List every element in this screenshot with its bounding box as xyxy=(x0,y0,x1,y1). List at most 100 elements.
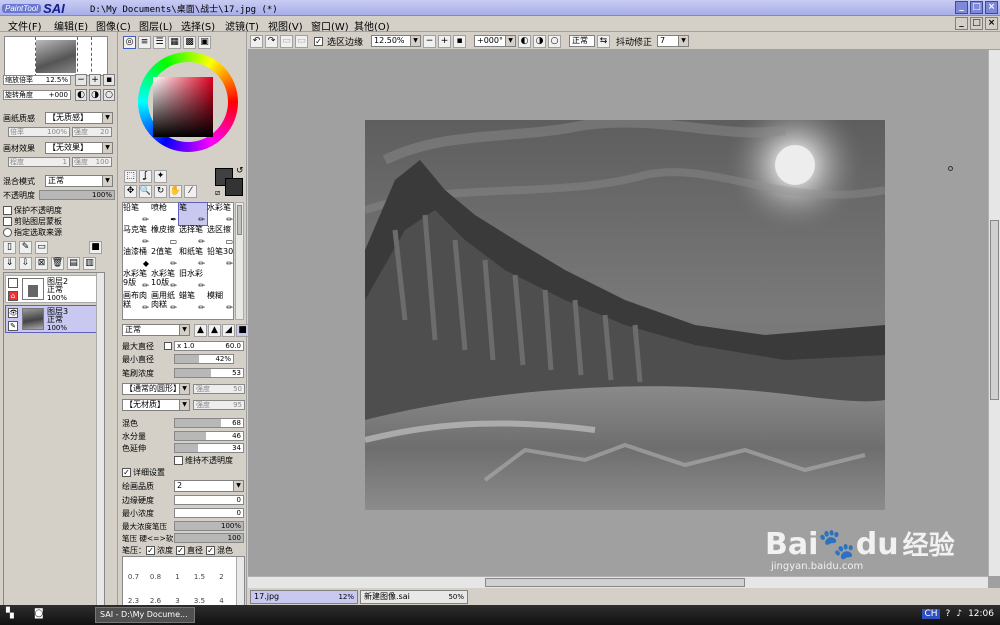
brush-shape-1-icon[interactable]: ▲ xyxy=(194,323,207,337)
volume-icon[interactable]: ♪ xyxy=(956,609,962,619)
layer-item-layer3[interactable]: 👁 ✎ 图层3 正常 100% xyxy=(5,305,103,333)
brush-shape-select[interactable]: 【通常的圆形】 ▼ xyxy=(122,383,190,395)
brush-shape-2-icon[interactable]: ▲ xyxy=(208,323,221,337)
min-density-slider[interactable]: 0 xyxy=(174,508,244,518)
brush-drawing-paper[interactable]: 画用纸肉糕 ✏ xyxy=(151,291,179,313)
menu-other[interactable]: 其他(O) xyxy=(354,18,390,33)
redo-icon[interactable]: ↷ xyxy=(265,34,278,48)
apply-mask-icon[interactable]: ▤ xyxy=(67,256,80,270)
rotate-icon[interactable]: ↻ xyxy=(154,184,167,198)
pressure-density-checkbox[interactable]: ✓ xyxy=(146,545,155,555)
swatches-icon[interactable]: ▦ xyxy=(168,35,181,49)
layer-visibility-checkbox[interactable]: 👁 xyxy=(8,308,18,318)
close-button[interactable]: × xyxy=(985,1,998,14)
painting-canvas[interactable] xyxy=(365,120,885,510)
brush-select-eraser[interactable]: 选区擦 ▭ xyxy=(207,225,235,247)
merge-visible-icon[interactable]: ▥ xyxy=(83,256,96,270)
layer-lock-icon[interactable]: ⌂ xyxy=(8,291,18,301)
paper-scale-slider[interactable]: 倍率 100% xyxy=(8,127,70,137)
quicklaunch-icon[interactable]: ◙ xyxy=(34,608,44,619)
doc-tab-new-image[interactable]: 新建图像.sai 50% xyxy=(360,590,468,604)
transfer-down-icon[interactable]: ⇓ xyxy=(3,256,16,270)
pressure-blend-checkbox[interactable]: ✓ xyxy=(206,545,215,555)
scrollbar-thumb[interactable] xyxy=(237,205,242,235)
layer-mask-icon[interactable]: ■ xyxy=(89,240,102,254)
brush-texture-select[interactable]: 【无材质】 ▼ xyxy=(122,399,190,411)
help-icon[interactable]: ? xyxy=(946,609,951,619)
secondary-color-swatch[interactable] xyxy=(225,178,243,196)
menu-window[interactable]: 窗口(W) xyxy=(311,18,349,33)
size-preset[interactable]: 2 xyxy=(213,573,230,581)
menu-view[interactable]: 视图(V) xyxy=(268,18,303,33)
vertical-scroll-thumb[interactable] xyxy=(990,220,999,400)
brush-density-slider[interactable]: 53 xyxy=(174,368,244,378)
zoom-in-button[interactable]: + xyxy=(89,74,101,86)
protect-opacity-checkbox[interactable] xyxy=(3,205,12,215)
max-diameter-slider[interactable]: x 1.0 60.0 xyxy=(174,341,244,351)
brush-crayon[interactable]: 蜡笔 ✏ xyxy=(179,291,207,313)
doc-tab-17jpg[interactable]: 17.jpg 12% xyxy=(250,590,358,604)
material-effect-select[interactable]: 【无效果】 ▼ xyxy=(45,142,113,154)
start-icon[interactable]: ▚ xyxy=(6,608,14,619)
max-density-pressure-slider[interactable]: 100% xyxy=(174,521,244,531)
selection-source-radio[interactable] xyxy=(3,227,12,237)
brush-canvas-texture[interactable]: 画布肉糕 ✏ xyxy=(123,291,151,313)
brush-eraser[interactable]: 橡皮擦 ▭ xyxy=(151,225,179,247)
stabilizer-select[interactable]: 7 ▼ xyxy=(657,35,690,47)
canvas-zoom-in-icon[interactable]: + xyxy=(438,34,452,48)
hsv-slider-icon[interactable]: ☰ xyxy=(153,35,166,49)
pressure-hardness-slider[interactable]: 100 xyxy=(174,533,244,543)
shape-strength-slider[interactable]: 强度 50 xyxy=(193,384,245,394)
selection-source-row[interactable]: 指定选取来源 xyxy=(3,226,62,238)
saturation-value-square[interactable] xyxy=(153,77,213,137)
menu-edit[interactable]: 编辑(E) xyxy=(54,18,88,33)
brush-washi-pen[interactable]: 和纸笔 ✏ xyxy=(179,247,207,269)
horizontal-scroll-thumb[interactable] xyxy=(485,578,745,587)
brush-binary-pen[interactable]: 2值笔 ✏ xyxy=(151,247,179,269)
brush-grid-scrollbar[interactable] xyxy=(235,202,244,320)
size-preset[interactable]: 1.5 xyxy=(191,573,208,581)
ime-indicator[interactable]: CH xyxy=(922,609,940,619)
selection-edge-checkbox[interactable]: ✓ xyxy=(314,36,323,46)
move-icon[interactable]: ✥ xyxy=(124,184,137,198)
menu-layer[interactable]: 图层(L) xyxy=(139,18,172,33)
canvas-rotate-right-icon[interactable]: ◑ xyxy=(533,34,547,48)
swap-colors-icon[interactable]: ↺ xyxy=(236,166,244,176)
canvas-mode-select[interactable]: 正常 xyxy=(569,35,596,47)
material-degree-slider[interactable]: 程度 1 xyxy=(8,157,70,167)
size-preset[interactable]: 2.3 xyxy=(125,597,142,605)
size-preset[interactable]: 3.5 xyxy=(191,597,208,605)
brush-marker[interactable]: 马克笔 ✏ xyxy=(123,225,151,247)
canvas-horizontal-scrollbar[interactable] xyxy=(248,576,988,588)
maximize-button[interactable]: □ xyxy=(970,1,983,14)
layer-item-layer2[interactable]: ⌂ 图层2 正常 100% xyxy=(5,275,103,303)
eyedropper-icon[interactable]: ⁄ xyxy=(184,184,197,198)
keep-opacity-row[interactable]: 维持不透明度 xyxy=(174,454,233,466)
canvas-rotate-reset-icon[interactable]: ○ xyxy=(548,34,562,48)
undo-icon[interactable]: ↶ xyxy=(250,34,263,48)
brush-watercolor-v9[interactable]: 水彩笔9版 ✏ xyxy=(123,269,151,291)
brush-blend-mode-select[interactable]: 正常 ▼ xyxy=(122,324,190,336)
rotate-right-button[interactable]: ◑ xyxy=(89,89,101,101)
rotate-reset-button[interactable]: ○ xyxy=(103,89,115,101)
layer-list-scrollbar[interactable] xyxy=(96,273,104,623)
opacity-slider[interactable]: 100% xyxy=(39,190,115,200)
navigator[interactable] xyxy=(4,36,108,77)
brush-select-pen[interactable]: 选择笔 ✏ xyxy=(179,225,207,247)
menu-image[interactable]: 图像(C) xyxy=(96,18,131,33)
diameter-lock-icon[interactable] xyxy=(164,342,172,350)
color-extend-slider[interactable]: 34 xyxy=(174,443,244,453)
deselect-icon[interactable]: ▭ xyxy=(280,34,293,48)
menu-select[interactable]: 选择(S) xyxy=(181,18,215,33)
flip-horizontal-icon[interactable]: ⇆ xyxy=(597,34,611,48)
invert-select-icon[interactable]: ▭ xyxy=(295,34,308,48)
size-preset[interactable]: 0.7 xyxy=(125,573,142,581)
rect-select-icon[interactable]: ⬚ xyxy=(124,169,137,183)
new-linework-layer-icon[interactable]: ✎ xyxy=(19,240,32,254)
rgb-slider-icon[interactable]: ≡ xyxy=(138,35,151,49)
canvas-zoom-reset-icon[interactable]: ▪ xyxy=(453,34,467,48)
color-wheel-icon[interactable]: ◎ xyxy=(123,35,136,49)
size-preset[interactable]: 4 xyxy=(213,597,230,605)
blend-slider[interactable]: 68 xyxy=(174,418,244,428)
transparent-color-icon[interactable]: ⧄ xyxy=(215,188,220,198)
